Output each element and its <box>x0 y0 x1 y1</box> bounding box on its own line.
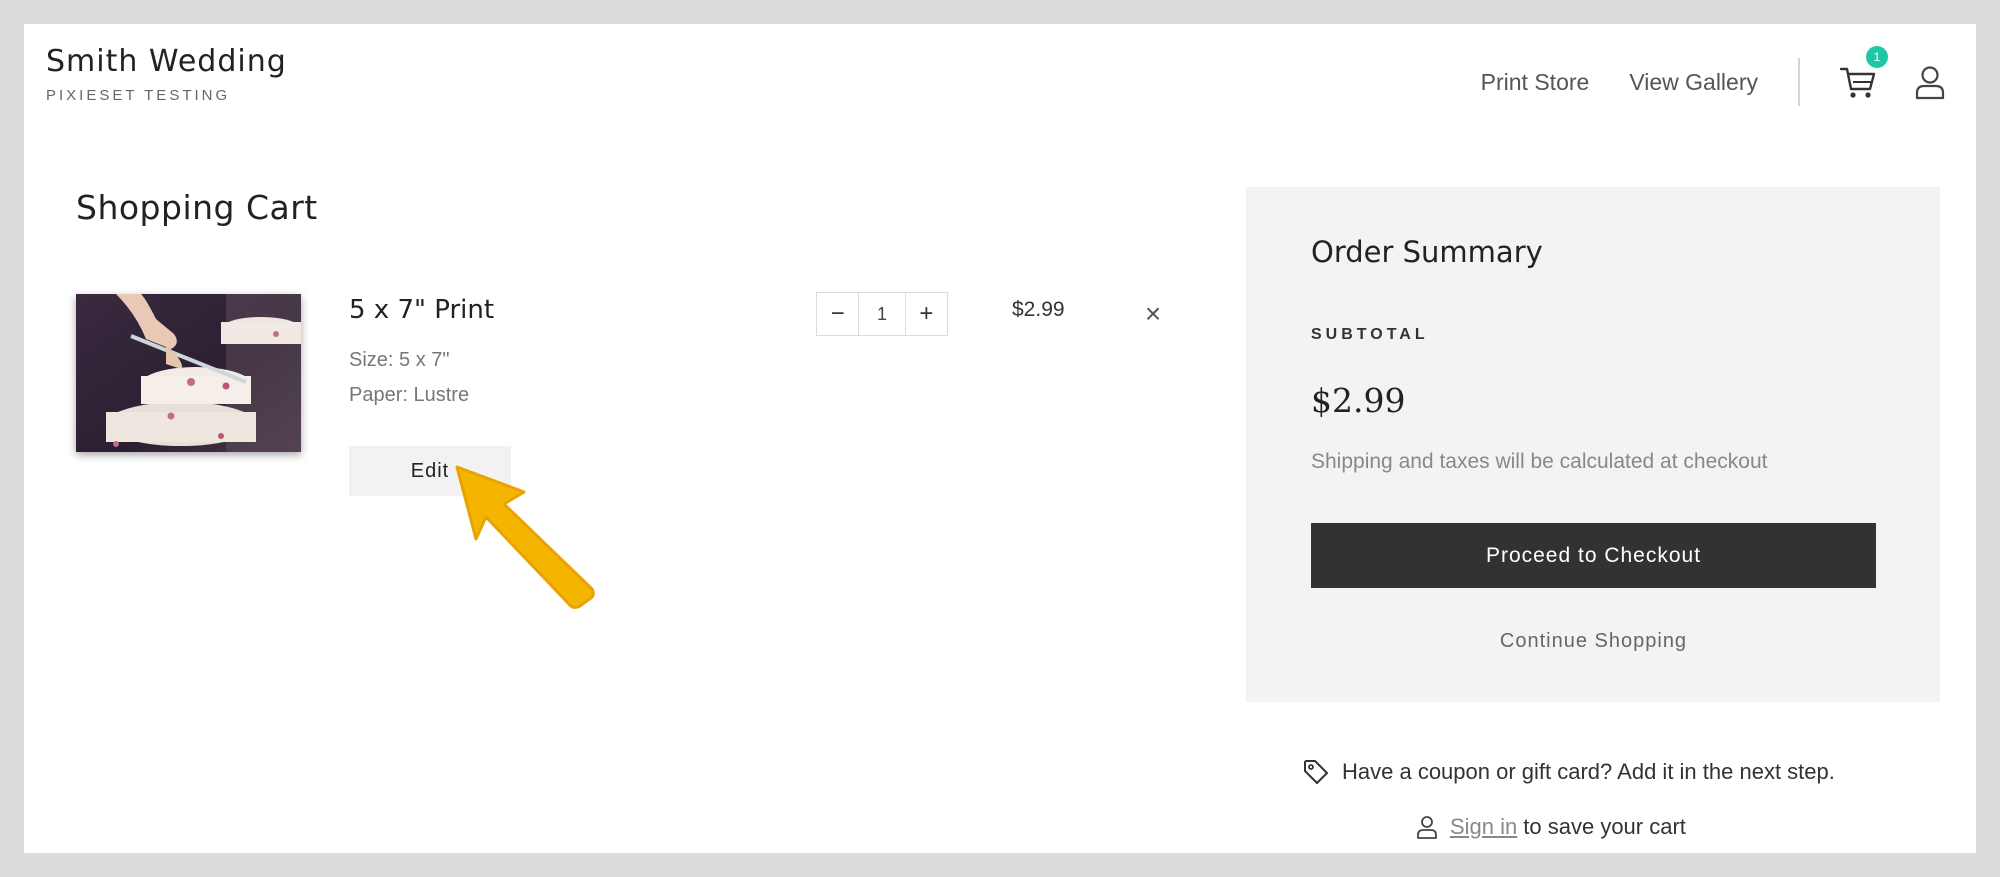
cart-count-badge: 1 <box>1866 46 1888 68</box>
user-icon <box>1417 816 1437 839</box>
item-size: Size: 5 x 7" <box>349 349 450 371</box>
page-title: Shopping Cart <box>76 188 318 227</box>
wedding-cake-photo <box>76 294 301 452</box>
remove-item-button[interactable]: × <box>1138 294 1168 334</box>
coupon-text: Have a coupon or gift card? Add it in th… <box>1342 759 1835 784</box>
subtotal-amount: $2.99 <box>1311 381 1406 420</box>
order-summary-panel: Order Summary SUBTOTAL $2.99 Shipping an… <box>1246 187 1940 702</box>
item-price: $2.99 <box>1012 298 1065 321</box>
page-frame: Smith Wedding PIXIESET TESTING Print Sto… <box>24 24 1976 853</box>
cart-button[interactable]: 1 <box>1838 46 1888 102</box>
product-image[interactable] <box>76 294 301 452</box>
pointer-arrow-icon <box>455 465 595 609</box>
nav-divider <box>1798 58 1800 106</box>
quantity-stepper: − 1 + <box>816 292 948 336</box>
tag-icon <box>1304 760 1328 784</box>
summary-title: Order Summary <box>1311 235 1543 269</box>
subtotal-label: SUBTOTAL <box>1311 326 1429 343</box>
decrease-quantity-button[interactable]: − <box>817 293 858 335</box>
site-title: Smith Wedding <box>46 44 287 79</box>
coupon-notice: Have a coupon or gift card? Add it in th… <box>1302 758 1835 786</box>
item-paper: Paper: Lustre <box>349 384 470 406</box>
nav-print-store[interactable]: Print Store <box>1481 69 1590 96</box>
top-nav: Print Store View Gallery 1 <box>1481 46 1976 110</box>
increase-quantity-button[interactable]: + <box>906 293 947 335</box>
brand[interactable]: Smith Wedding PIXIESET TESTING <box>46 44 287 104</box>
nav-view-gallery[interactable]: View Gallery <box>1629 69 1758 96</box>
account-button[interactable] <box>1910 62 1950 102</box>
quantity-value[interactable]: 1 <box>858 293 906 335</box>
proceed-to-checkout-button[interactable]: Proceed to Checkout <box>1311 523 1876 588</box>
user-icon <box>1915 66 1945 100</box>
cart-icon <box>1839 67 1876 98</box>
item-name: 5 x 7" Print <box>349 295 495 325</box>
sign-in-link[interactable]: Sign in <box>1450 814 1517 840</box>
sign-in-text: to save your cart <box>1523 814 1686 839</box>
shipping-note: Shipping and taxes will be calculated at… <box>1311 450 1768 473</box>
site-subtitle: PIXIESET TESTING <box>46 87 231 104</box>
sign-in-prompt: Sign in to save your cart <box>1414 814 1686 840</box>
continue-shopping-link[interactable]: Continue Shopping <box>1311 630 1876 653</box>
